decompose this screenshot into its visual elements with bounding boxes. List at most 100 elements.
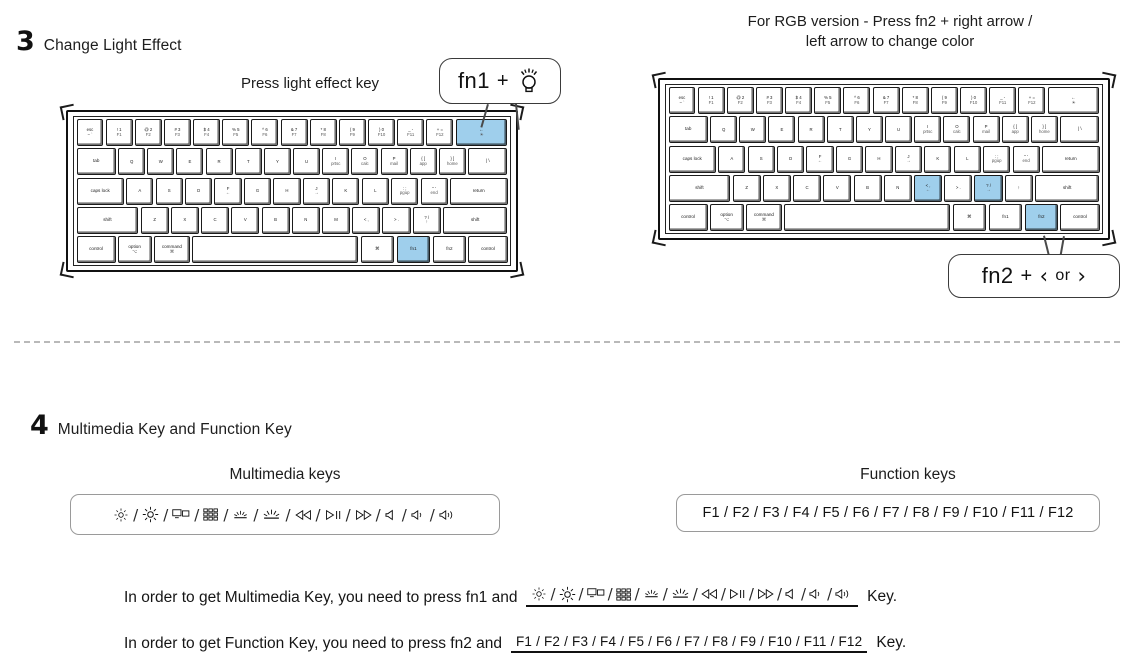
key-v[interactable]: V [231, 206, 260, 234]
key-f[interactable]: F ← [214, 177, 242, 205]
key-tab[interactable]: tab [76, 148, 116, 176]
key-blank[interactable]: ⌘ [952, 204, 987, 231]
key-6[interactable]: ^ 6 F6 [843, 87, 871, 114]
key-z[interactable]: Z [732, 174, 761, 202]
keyboard-light-effect[interactable]: esc ~ `! 1 F1 @ 2 F2 # 3 F3 $ 4 F4% 5 F5 ^ 6 F6 & 7F… [59, 103, 525, 279]
key-z[interactable]: Z [140, 206, 169, 234]
key-9[interactable]: ( 9 F9 [930, 87, 958, 114]
key-blank[interactable]: + = F12 [1018, 87, 1046, 114]
key-5[interactable]: % 5 F5 [222, 119, 250, 146]
key-s[interactable]: S [747, 145, 775, 173]
key-fn1[interactable]: fn1 [396, 236, 431, 263]
key-8[interactable]: * 8 F8 [901, 87, 929, 114]
key-blank[interactable]: " ' end [420, 177, 448, 205]
key-shift[interactable]: shift [668, 174, 731, 202]
key-h[interactable]: H [865, 145, 893, 173]
key-fn2[interactable]: fn2 [432, 236, 467, 263]
key-blank[interactable]: > . [382, 206, 411, 234]
key-caps-lock[interactable]: caps lock [668, 145, 716, 173]
key-k[interactable]: K [332, 177, 360, 205]
key-shift[interactable]: shift [1034, 174, 1100, 202]
key-esc[interactable]: esc ~ ` [668, 87, 696, 114]
key-fn1[interactable]: fn1 [988, 204, 1023, 231]
key-blank[interactable]: + = F12 [426, 119, 454, 146]
key-return[interactable]: return [449, 177, 508, 205]
key-b[interactable]: B [853, 174, 882, 202]
key-7[interactable]: & 7 F7 [280, 119, 308, 146]
key-t[interactable]: T [826, 116, 854, 144]
key-e[interactable]: E [768, 116, 796, 144]
key-blank[interactable]: { [app [409, 148, 437, 176]
key-x[interactable]: X [170, 206, 199, 234]
key-2[interactable]: @ 2 F2 [134, 119, 162, 146]
key-blank[interactable]: ↑ [1004, 174, 1033, 202]
key-s[interactable]: S [155, 177, 183, 205]
key-blank[interactable]: : ; pgup [983, 145, 1011, 173]
key-u[interactable]: U [885, 116, 913, 144]
key-e[interactable]: E [176, 148, 204, 176]
key-shift[interactable]: shift [76, 206, 139, 234]
key-8[interactable]: * 8 F8 [309, 119, 337, 146]
key-blank[interactable]: ⌘ [360, 236, 395, 263]
key-2[interactable]: @ 2 F2 [726, 87, 754, 114]
key-fn2[interactable]: fn2 [1024, 204, 1059, 231]
key-j[interactable]: J → [894, 145, 923, 173]
key-j[interactable]: J → [302, 177, 331, 205]
key-option[interactable]: option ⌥ [117, 236, 152, 263]
key-q[interactable]: Q [710, 116, 738, 144]
key-control[interactable]: control [1060, 204, 1100, 231]
key-p[interactable]: Pmail [380, 148, 408, 176]
key-shift[interactable]: shift [442, 206, 508, 234]
key-k[interactable]: K [924, 145, 952, 173]
key-d[interactable]: D [777, 145, 805, 173]
key-g[interactable]: G [835, 145, 864, 173]
key-blank[interactable]: _ - F11 [397, 119, 425, 146]
key-a[interactable]: A [126, 177, 154, 205]
key-l[interactable]: L [361, 177, 389, 205]
key-y[interactable]: Y [263, 148, 291, 176]
key-0[interactable]: ) 0 F10 [368, 119, 396, 146]
key-t[interactable]: T [234, 148, 262, 176]
key-control[interactable]: control [76, 236, 116, 263]
key-n[interactable]: N [883, 174, 912, 202]
key-p[interactable]: Pmail [972, 116, 1000, 144]
key-a[interactable]: A [718, 145, 746, 173]
key-return[interactable]: return [1041, 145, 1100, 173]
key-y[interactable]: Y [855, 116, 883, 144]
key-4[interactable]: $ 4 F4 [193, 119, 221, 146]
key-control[interactable]: control [468, 236, 508, 263]
key-blank[interactable]: | \ [1060, 116, 1100, 144]
key-9[interactable]: ( 9 F9 [338, 119, 366, 146]
key-7[interactable]: & 7 F7 [872, 87, 900, 114]
key-o[interactable]: Ocalc [943, 116, 971, 144]
key-r[interactable]: R [797, 116, 825, 144]
key-b[interactable]: B [261, 206, 290, 234]
key-spacebar[interactable] [784, 204, 951, 231]
key-blank[interactable]: _ - F11 [989, 87, 1017, 114]
key-n[interactable]: N [291, 206, 320, 234]
key-tab[interactable]: tab [668, 116, 708, 144]
key-blank[interactable]: ← ☀ [1047, 87, 1100, 114]
key-w[interactable]: W [739, 116, 767, 144]
key-blank[interactable]: " ' end [1012, 145, 1040, 173]
key-v[interactable]: V [823, 174, 852, 202]
key-x[interactable]: X [762, 174, 791, 202]
key-l[interactable]: L [953, 145, 981, 173]
key-comma-left-arrow[interactable]: < , ← [914, 174, 943, 202]
key-q[interactable]: Q [118, 148, 146, 176]
key-control[interactable]: control [668, 204, 708, 231]
key-d[interactable]: D [185, 177, 213, 205]
key-i[interactable]: Iprtsc [914, 116, 942, 144]
key-g[interactable]: G [243, 177, 272, 205]
key-r[interactable]: R [205, 148, 233, 176]
key-esc[interactable]: esc ~ ` [76, 119, 104, 146]
key-c[interactable]: C [793, 174, 822, 202]
key-i[interactable]: Iprtsc [322, 148, 350, 176]
key-caps-lock[interactable]: caps lock [76, 177, 124, 205]
key-blank[interactable]: { [app [1001, 116, 1029, 144]
key-1[interactable]: ! 1 F1 [697, 87, 725, 114]
key-f[interactable]: F ← [806, 145, 834, 173]
key-blank[interactable]: } ] home [1030, 116, 1058, 144]
key-h[interactable]: H [273, 177, 301, 205]
key-blank[interactable]: ? / ↑ [412, 206, 441, 234]
